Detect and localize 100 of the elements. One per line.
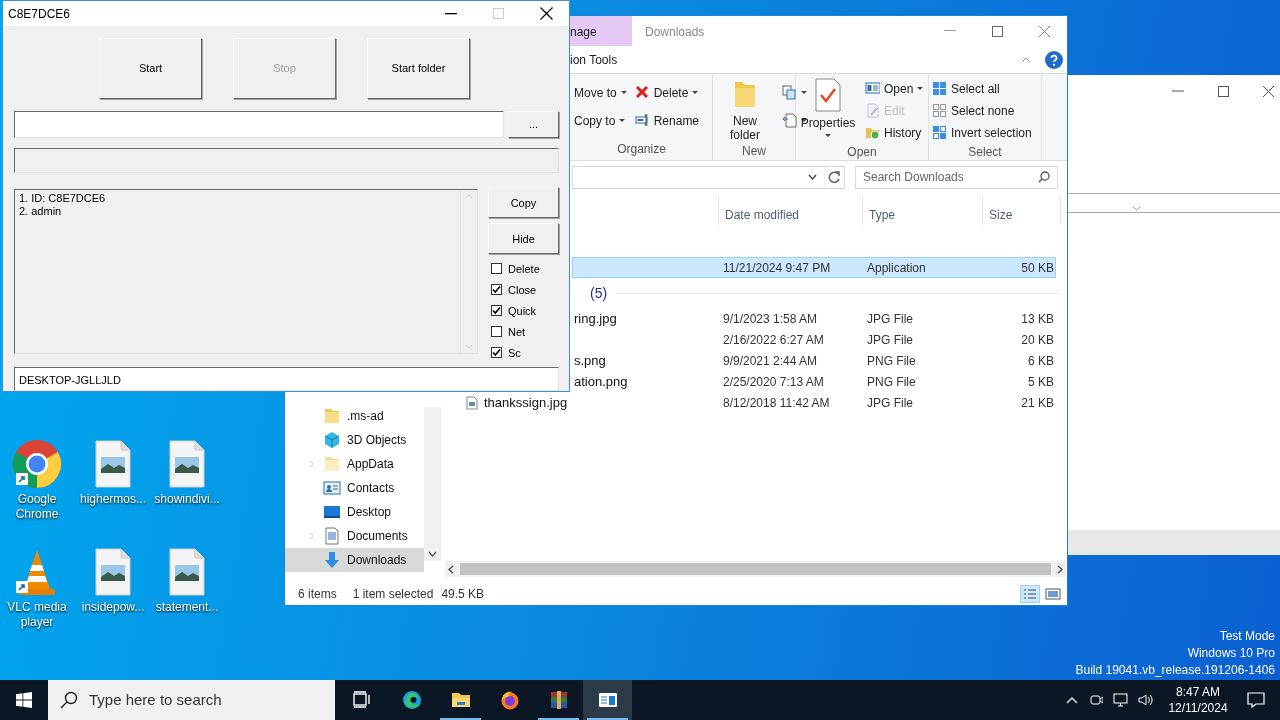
log-box[interactable]: 1. ID: C8E7DCE6 2. admin	[14, 189, 478, 355]
ribbon-button[interactable]: Move to	[573, 82, 628, 103]
side-button[interactable]: Copy	[488, 187, 559, 219]
large-icons-view-icon[interactable]	[1043, 585, 1063, 603]
ribbon-button[interactable]: Select none	[931, 100, 1033, 121]
caret-icon	[825, 134, 831, 137]
date-cell-text: 2/16/2022 6:27 AM	[722, 331, 825, 349]
cube-icon	[323, 431, 341, 449]
search-field[interactable]: Type here to search	[48, 680, 335, 720]
size-cell-text: 20 KB	[1020, 331, 1054, 349]
size-cell-text: 5 KB	[1027, 373, 1054, 391]
group-header[interactable]: (5)	[590, 282, 608, 304]
icon-label: highermos...	[79, 492, 147, 507]
ribbon-button[interactable]: Copy to	[573, 110, 628, 131]
nav-item[interactable]: AppData	[285, 452, 424, 476]
network-icon[interactable]	[1113, 692, 1129, 708]
checkbox-option[interactable]: Close	[491, 279, 559, 301]
checkbox-option[interactable]: Sc	[491, 342, 559, 364]
image-file-icon	[466, 395, 478, 410]
checkbox[interactable]	[491, 326, 502, 338]
file-row[interactable]: 2/16/2022 6:27 AM JPG File 20 KB	[572, 329, 1056, 350]
ribbon-button[interactable]: New folder	[715, 78, 775, 142]
log-line: 2. admin	[19, 205, 63, 219]
ribbon-tab[interactable]: nage	[567, 16, 632, 46]
nav-item[interactable]: Contacts	[285, 476, 424, 500]
file-row[interactable]: thankssign.jpg 8/12/2018 11:42 AM JPG File 21 KB	[463, 392, 1056, 413]
date-cell-text: 8/12/2018 11:42 AM	[722, 394, 831, 412]
books-stack-icon	[548, 690, 569, 710]
checkbox[interactable]	[491, 347, 502, 359]
help-icon[interactable]	[1045, 50, 1063, 69]
ribbon-button[interactable]: Delete	[633, 82, 701, 103]
checkbox-option[interactable]: Delete	[491, 258, 559, 280]
ribbon-group-label: New	[741, 143, 767, 160]
nav-item[interactable]: .ms-ad	[285, 404, 424, 428]
maximize-icon[interactable]	[1218, 85, 1229, 97]
scrollbar[interactable]	[424, 407, 441, 561]
nav-item[interactable]: Documents	[285, 524, 424, 548]
chevron-up-icon[interactable]	[1066, 696, 1078, 704]
meet-now-icon[interactable]	[1089, 692, 1103, 708]
checkbox-option[interactable]: Net	[491, 321, 559, 343]
horizontal-scrollbar[interactable]	[445, 561, 1066, 577]
edit-icon	[865, 103, 880, 118]
new-item-icon	[782, 85, 797, 100]
type-cell-text: JPG File	[866, 310, 914, 328]
notifications-icon[interactable]	[1247, 692, 1265, 708]
properties-icon	[813, 78, 843, 112]
side-button[interactable]: Hide	[488, 223, 559, 255]
file-row[interactable]: ation.png 2/25/2020 7:13 AM PNG File 5 KB	[572, 371, 1056, 392]
ribbon-button[interactable]: Rename	[633, 110, 701, 131]
file-row[interactable]: 11/21/2024 9:47 PM Application 50 KB	[572, 257, 1056, 278]
file-row[interactable]: s.png 9/9/2021 2:44 AM PNG File 6 KB	[572, 350, 1056, 371]
file-row[interactable]: ring.jpg 9/1/2023 1:58 AM JPG File 13 KB	[572, 308, 1056, 329]
type-cell-text: PNG File	[866, 352, 917, 370]
type-cell-text: JPG File	[866, 394, 914, 412]
ribbon-group-label: Organize	[616, 141, 667, 158]
edge-icon	[401, 690, 422, 710]
easy-access-icon	[782, 113, 797, 128]
checkbox-option[interactable]: Quick	[491, 300, 559, 322]
caret-icon	[801, 91, 807, 94]
path-field[interactable]	[14, 111, 504, 138]
ribbon-button[interactable]: History	[864, 122, 925, 143]
collapse-ribbon-icon[interactable]	[1021, 56, 1031, 63]
app-window-icon	[597, 690, 618, 710]
ribbon-button[interactable]: Invert selection	[931, 122, 1033, 143]
caret-icon	[692, 91, 699, 94]
scroll-left-icon[interactable]	[448, 564, 454, 574]
ribbon-button[interactable]: Open	[864, 78, 925, 99]
download-arrow-icon	[323, 551, 341, 569]
chevron-down-icon[interactable]	[808, 174, 817, 180]
search-field[interactable]: Search Downloads	[855, 165, 1058, 189]
ribbon-button[interactable]: Properties	[798, 78, 858, 137]
column-header[interactable]: Date modified	[718, 195, 862, 225]
ribbon-button[interactable]: Select all	[931, 78, 1033, 99]
computer-name-field[interactable]: DESKTOP-JGLLJLD	[14, 367, 559, 391]
size-cell-text: 6 KB	[1027, 352, 1054, 370]
system-notice-text: Build 19041.vb_release.191206-1406	[1075, 662, 1275, 679]
nav-item[interactable]: Desktop	[285, 500, 424, 524]
minimize-icon[interactable]	[445, 12, 457, 15]
taskbar-app[interactable]	[583, 680, 632, 720]
clock[interactable]: 8:47 AM 12/11/2024	[1163, 684, 1233, 716]
caret-icon	[801, 119, 807, 122]
action-button[interactable]: Start folder	[367, 38, 470, 99]
nav-item[interactable]: 3D Objects	[285, 428, 424, 452]
action-button[interactable]: Start	[99, 38, 202, 99]
nav-item[interactable]: Downloads	[285, 548, 424, 572]
checkbox[interactable]	[491, 284, 502, 296]
maximize-icon[interactable]	[992, 25, 1003, 37]
scroll-right-icon[interactable]	[1057, 564, 1063, 574]
column-header[interactable]: Type	[862, 195, 982, 225]
close-icon[interactable]	[540, 7, 553, 20]
checkbox[interactable]	[491, 305, 502, 317]
volume-icon[interactable]	[1137, 692, 1153, 708]
checkbox[interactable]	[491, 263, 502, 275]
close-icon[interactable]	[1263, 85, 1274, 97]
browse-button[interactable]: ...	[508, 111, 559, 138]
scroll-down-icon[interactable]	[428, 551, 437, 557]
date-cell-text: 2/25/2020 7:13 AM	[722, 373, 825, 391]
column-header[interactable]: Size	[982, 195, 1061, 225]
file-name: ation.png	[574, 372, 628, 391]
firefox-icon	[499, 690, 520, 710]
